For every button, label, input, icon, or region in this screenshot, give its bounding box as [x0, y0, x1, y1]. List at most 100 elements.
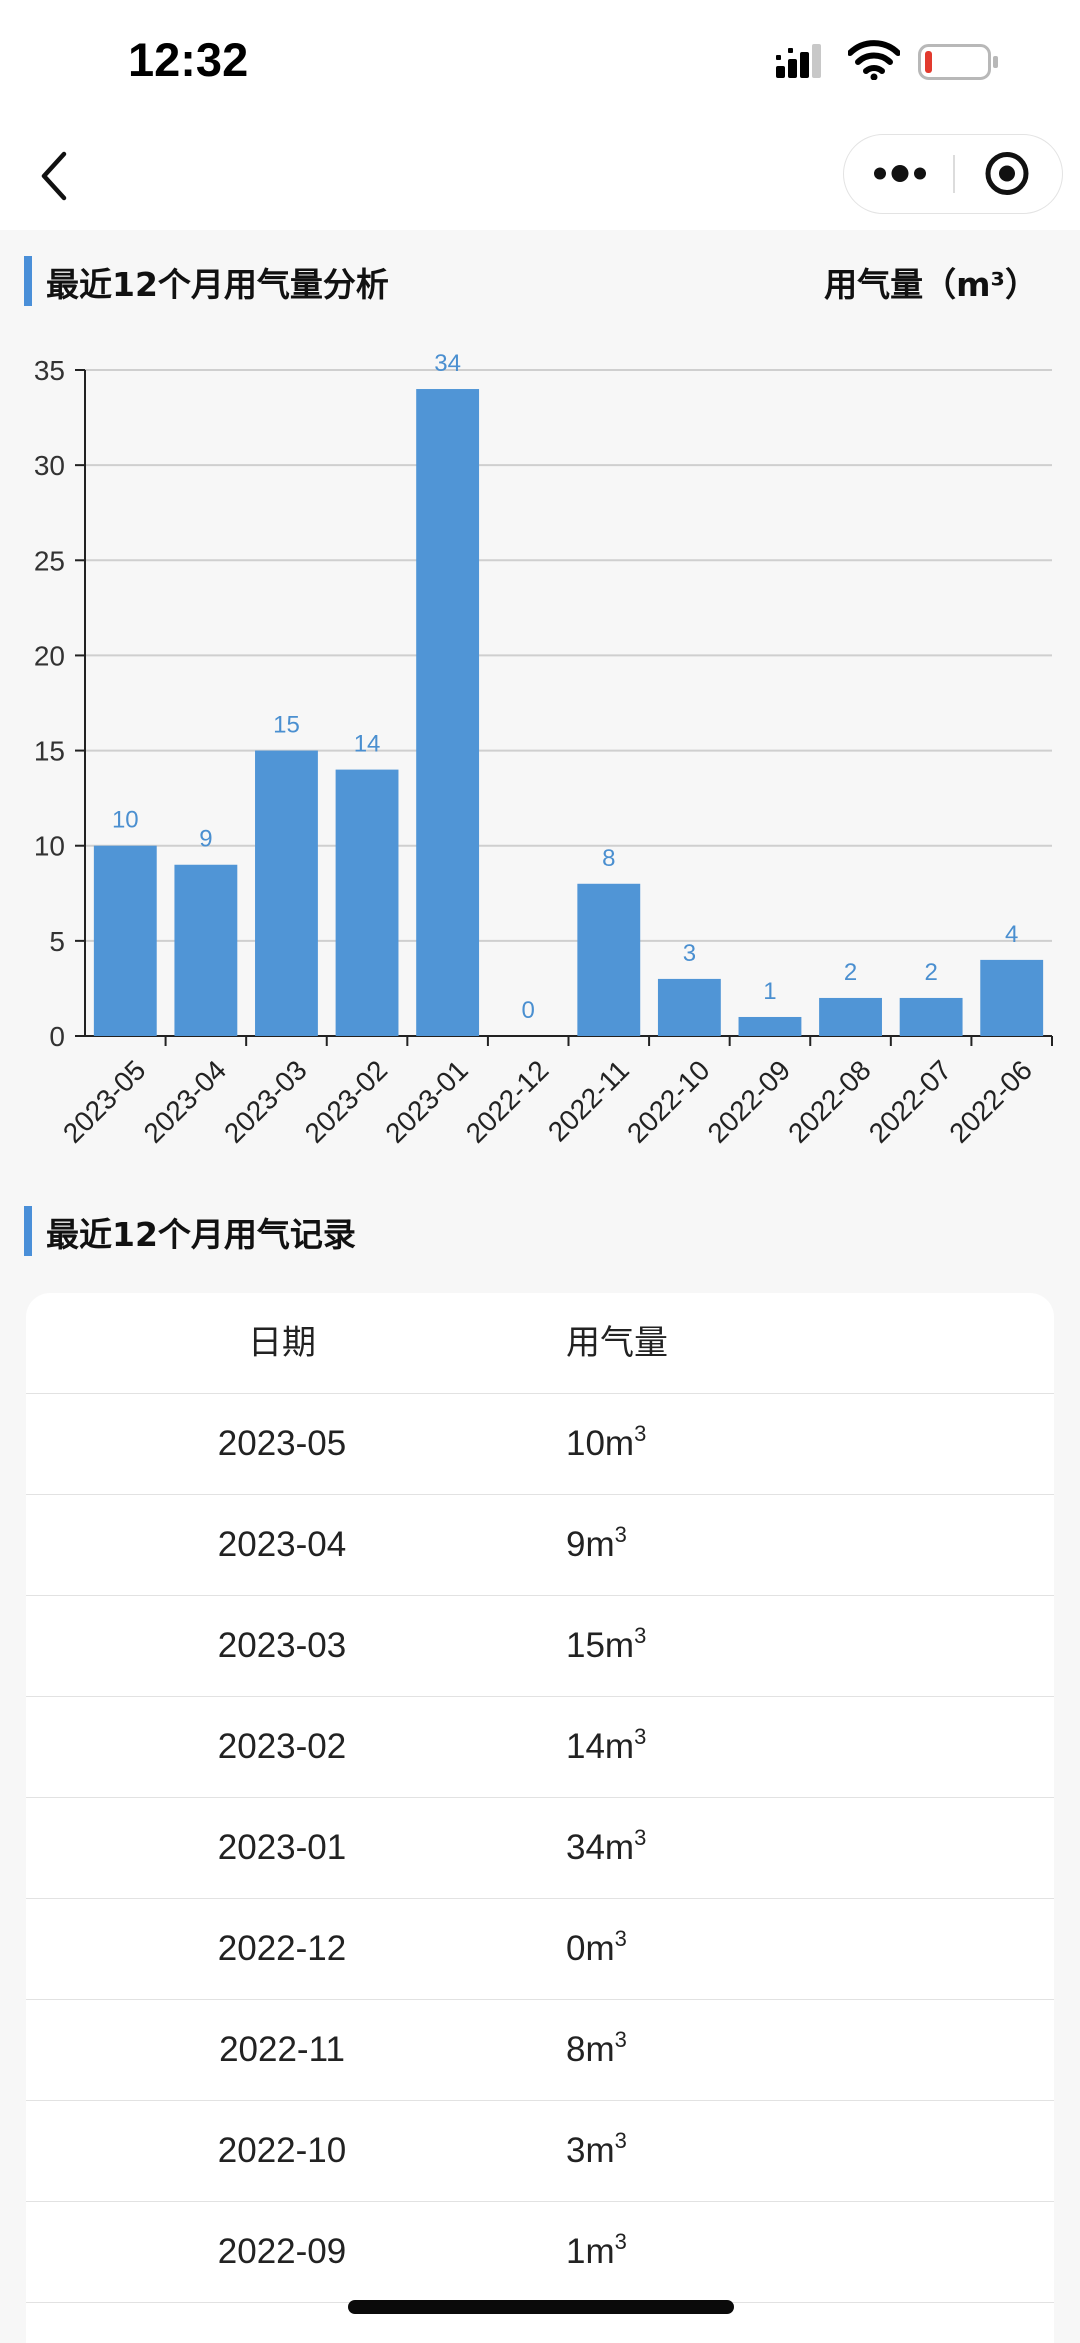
- unit-superscript: 3: [634, 1724, 647, 1749]
- y-tick-label: 15: [34, 736, 65, 767]
- bar: [819, 997, 882, 1036]
- usage-bar-chart: 05101520253035102023-0592023-04152023-03…: [34, 350, 1053, 1149]
- row-date: 2023-03: [217, 1626, 347, 1665]
- bar-value-label: 9: [199, 826, 212, 853]
- bar-value-label: 8: [602, 845, 615, 872]
- bar: [174, 864, 238, 1036]
- x-tick-label: 2022-06: [943, 1054, 1038, 1149]
- bar-value-label: 2: [844, 959, 857, 986]
- x-tick-label: 2022-11: [542, 1054, 635, 1147]
- chart-unit-label: 用气量（m³）: [824, 265, 1038, 304]
- target-circle-icon: [985, 152, 1029, 195]
- section-accent-bar: [24, 256, 32, 306]
- status-bar: 12:32: [0, 0, 1080, 110]
- unit-superscript: 3: [634, 1825, 647, 1850]
- bar-value-label: 2: [924, 959, 937, 986]
- bar-value-label: 34: [434, 350, 461, 377]
- wifi-icon: [848, 40, 900, 80]
- close-button[interactable]: [955, 135, 1061, 212]
- row-usage: 0m3: [566, 1926, 627, 1969]
- x-tick-label: 2022-10: [621, 1054, 716, 1149]
- bar-value-label: 0: [522, 997, 535, 1024]
- section-accent-bar: [24, 1206, 32, 1256]
- mini-program-capsule: [843, 134, 1063, 214]
- bar-value-label: 1: [763, 978, 776, 1005]
- y-tick-label: 25: [34, 545, 65, 576]
- bar: [980, 959, 1044, 1036]
- records-table: 日期 用气量 2023-05 10m3 2023-04 9m3 2023-03 15m3 2…: [26, 1293, 1054, 2343]
- table-row: 2023-05 10m3: [26, 1394, 1054, 1495]
- row-usage: 15m3: [566, 1623, 647, 1666]
- table-row: 2022-10 3m3: [26, 2101, 1054, 2202]
- bar: [899, 997, 963, 1036]
- row-date: 2022-11: [219, 2030, 345, 2069]
- bar: [93, 845, 157, 1036]
- row-usage: 8m3: [566, 2027, 627, 2070]
- bar-value-label: 4: [1005, 921, 1018, 948]
- table-row: 2023-03 15m3: [26, 1596, 1054, 1697]
- x-tick-label: 2022-09: [702, 1054, 797, 1149]
- row-date: 2023-02: [217, 1727, 347, 1766]
- bar-value-label: 15: [273, 712, 300, 739]
- table-header-row: 日期 用气量: [26, 1293, 1054, 1394]
- row-date: 2023-01: [217, 1828, 347, 1867]
- chevron-left-icon: [41, 151, 67, 201]
- x-tick-label: 2023-05: [57, 1054, 152, 1149]
- bar: [738, 1016, 802, 1036]
- row-usage: 34m3: [566, 1825, 647, 1868]
- table-row: 2023-04 9m3: [26, 1495, 1054, 1596]
- records-title: 最近12个月用气记录: [46, 1215, 356, 1254]
- back-button[interactable]: [30, 146, 82, 206]
- bar: [416, 389, 480, 1036]
- y-tick-label: 30: [34, 450, 65, 481]
- x-tick-label: 2023-02: [299, 1054, 394, 1149]
- nav-bar: [0, 110, 1080, 230]
- table-row: 2022-12 0m3: [26, 1899, 1054, 2000]
- status-time: 12:32: [128, 33, 249, 86]
- y-tick-label: 0: [49, 1021, 65, 1052]
- unit-superscript: 3: [614, 2128, 627, 2153]
- row-date: 2023-05: [217, 1424, 347, 1463]
- bar: [255, 750, 318, 1036]
- table-row: 2023-01 34m3: [26, 1798, 1054, 1899]
- unit-superscript: 3: [614, 1522, 627, 1547]
- row-usage: 1m3: [566, 2229, 627, 2272]
- x-tick-label: 2022-07: [863, 1054, 958, 1149]
- table-row: 2022-09 1m3: [26, 2202, 1054, 2303]
- x-tick-label: 2023-03: [218, 1054, 313, 1149]
- row-usage: 14m3: [566, 1724, 647, 1767]
- x-tick-label: 2023-04: [138, 1054, 233, 1149]
- header-usage: 用气量: [566, 1323, 668, 1363]
- y-tick-label: 35: [34, 355, 65, 386]
- x-tick-label: 2022-08: [782, 1054, 877, 1149]
- row-usage: 3m3: [566, 2128, 627, 2171]
- row-usage: 10m3: [566, 1421, 647, 1464]
- bar-value-label: 10: [112, 807, 139, 834]
- unit-superscript: 3: [614, 2027, 627, 2052]
- bar-value-label: 3: [683, 940, 696, 967]
- bar: [335, 769, 399, 1036]
- home-indicator: [348, 2300, 734, 2314]
- cellular-signal-icon: [776, 44, 821, 78]
- row-date: 2022-09: [217, 2232, 347, 2271]
- unit-superscript: 3: [634, 1623, 647, 1648]
- table-row: 2022-11 8m3: [26, 2000, 1054, 2101]
- record-rows: 2023-05 10m3 2023-04 9m3 2023-03 15m3 2023-02 1…: [26, 1394, 1054, 2303]
- row-date: 2022-12: [217, 1929, 347, 1968]
- unit-superscript: 3: [614, 2229, 627, 2254]
- more-dots-icon: [874, 165, 926, 182]
- unit-superscript: 3: [614, 1926, 627, 1951]
- battery-low-icon: [918, 44, 998, 80]
- more-button[interactable]: [844, 135, 952, 212]
- row-usage: 9m3: [566, 1522, 627, 1565]
- header-date: 日期: [248, 1323, 316, 1363]
- table-row: 2023-02 14m3: [26, 1697, 1054, 1798]
- x-tick-label: 2022-12: [460, 1054, 555, 1149]
- y-tick-label: 20: [34, 640, 65, 671]
- unit-superscript: 3: [634, 1421, 647, 1446]
- row-date: 2022-10: [217, 2131, 347, 2170]
- bar: [657, 978, 721, 1036]
- y-tick-label: 5: [49, 926, 65, 957]
- row-date: 2023-04: [217, 1525, 347, 1564]
- x-tick-label: 2023-01: [379, 1054, 474, 1149]
